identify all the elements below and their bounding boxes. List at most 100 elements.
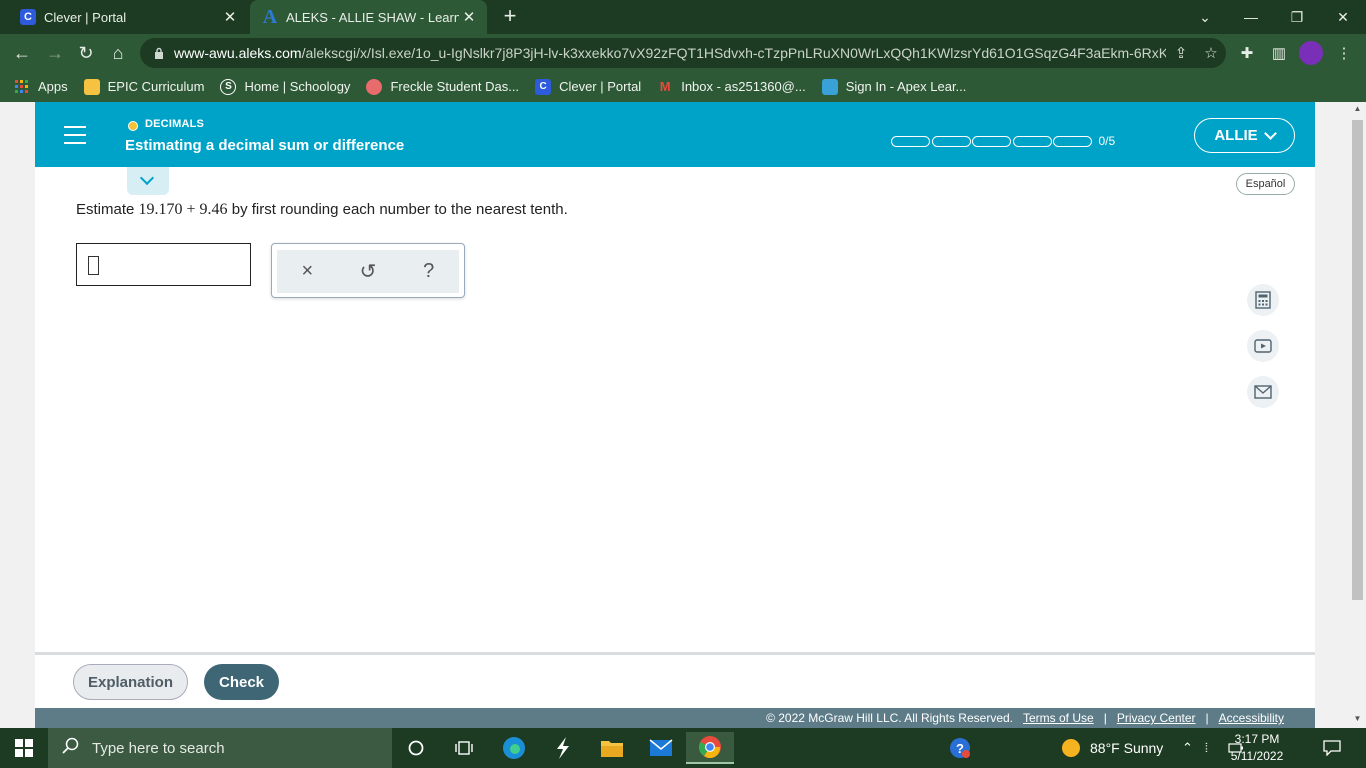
- windows-start-icon[interactable]: [0, 728, 48, 768]
- help-tips-icon[interactable]: ?: [936, 732, 984, 764]
- tab-search-chevron-icon[interactable]: ⌄: [1182, 0, 1228, 34]
- back-icon[interactable]: ←: [9, 40, 35, 66]
- bookmark-freckle[interactable]: Freckle Student Das...: [366, 78, 519, 95]
- network-icon[interactable]: ⦙: [1205, 728, 1208, 768]
- url-bar[interactable]: www-awu.aleks.com/alekscgi/x/Isl.exe/1o_…: [140, 38, 1226, 68]
- bookmark-label: Sign In - Apex Lear...: [845, 79, 967, 94]
- footer-separator: |: [1205, 711, 1209, 725]
- taskbar-search-box[interactable]: Type here to search: [48, 728, 392, 768]
- user-menu-button[interactable]: ALLIE: [1194, 118, 1295, 153]
- calculator-icon[interactable]: [1247, 284, 1279, 316]
- restore-icon[interactable]: ❐: [1274, 0, 1320, 34]
- tab-label: ALEKS - ALLIE SHAW - Learn: [286, 9, 459, 25]
- bookmark-label: Inbox - as251360@...: [681, 79, 806, 94]
- aleks-app: DECIMALS Estimating a decimal sum or dif…: [35, 102, 1315, 728]
- windows-taskbar: Type here to search ? 88°F Sunny ⌃ ⦙ 3:1…: [0, 728, 1366, 768]
- profile-avatar[interactable]: [1299, 41, 1323, 65]
- bookmark-apex[interactable]: Sign In - Apex Lear...: [821, 78, 967, 95]
- bookmark-label: EPIC Curriculum: [107, 79, 205, 94]
- clever-favicon-icon: C: [535, 78, 552, 95]
- weather-text: 88°F Sunny: [1090, 740, 1164, 756]
- address-toolbar: ← → ↻ ⌂ www-awu.aleks.com/alekscgi/x/Isl…: [0, 34, 1366, 71]
- lock-icon: [155, 47, 163, 59]
- accessibility-link[interactable]: Accessibility: [1219, 711, 1284, 725]
- aleks-header: DECIMALS Estimating a decimal sum or dif…: [35, 102, 1315, 167]
- notifications-icon[interactable]: [1323, 728, 1341, 768]
- more-menu-icon[interactable]: ⋮: [1331, 40, 1357, 66]
- tab-label: Clever | Portal: [44, 9, 127, 25]
- question-text: Estimate 19.170 + 9.46 by first rounding…: [76, 201, 568, 219]
- app-icon[interactable]: [539, 732, 587, 764]
- close-tab-icon[interactable]: ✕: [220, 8, 240, 26]
- edge-browser-icon[interactable]: [490, 732, 538, 764]
- privacy-center-link[interactable]: Privacy Center: [1117, 711, 1196, 725]
- new-tab-icon[interactable]: +: [498, 4, 522, 28]
- bookmark-star-icon[interactable]: ☆: [1196, 44, 1226, 62]
- espanol-language-button[interactable]: Español: [1236, 173, 1295, 195]
- scrollbar-thumb[interactable]: [1352, 120, 1363, 600]
- freckle-icon: [366, 78, 383, 95]
- scroll-up-icon[interactable]: ▲: [1349, 104, 1366, 113]
- question-suffix: by first rounding each number to the nea…: [231, 201, 568, 218]
- answer-input[interactable]: [76, 243, 251, 286]
- extensions-icon[interactable]: ✚: [1234, 40, 1260, 66]
- input-cursor: [88, 256, 99, 275]
- footer-divider: [35, 652, 1315, 655]
- check-button[interactable]: Check: [204, 664, 279, 700]
- folder-icon: [83, 78, 100, 95]
- gmail-icon: M: [659, 79, 671, 94]
- tab-aleks-learn[interactable]: A ALEKS - ALLIE SHAW - Learn ✕: [250, 0, 487, 34]
- message-icon[interactable]: [1247, 376, 1279, 408]
- apps-grid-icon: [14, 79, 30, 95]
- topic-status-dot-icon: [128, 121, 138, 131]
- bookmark-apps[interactable]: Apps: [14, 79, 68, 95]
- minimize-icon[interactable]: —: [1228, 0, 1274, 34]
- undo-icon[interactable]: ↺: [348, 259, 388, 284]
- clock-time: 3:17 PM: [1234, 732, 1280, 746]
- bookmark-label: Apps: [38, 79, 68, 94]
- page-viewport: DECIMALS Estimating a decimal sum or dif…: [0, 102, 1366, 728]
- bookmark-schoology[interactable]: S Home | Schoology: [220, 78, 351, 95]
- progress-segment: [972, 135, 1011, 147]
- mail-icon[interactable]: [637, 732, 685, 764]
- question-math: 19.170 + 9.46: [138, 201, 228, 218]
- close-tab-icon[interactable]: ✕: [459, 8, 479, 26]
- bookmark-gmail[interactable]: M Inbox - as251360@...: [657, 79, 806, 95]
- forward-icon[interactable]: →: [42, 40, 68, 66]
- scroll-down-icon[interactable]: ▼: [1349, 714, 1366, 723]
- close-window-icon[interactable]: ✕: [1320, 0, 1366, 34]
- show-hidden-icons-chevron-icon[interactable]: ⌃: [1182, 728, 1193, 768]
- aleks-favicon-icon: A: [262, 5, 278, 28]
- reload-icon[interactable]: ↻: [73, 40, 99, 66]
- terms-of-use-link[interactable]: Terms of Use: [1023, 711, 1094, 725]
- help-icon[interactable]: ?: [409, 260, 449, 283]
- search-placeholder: Type here to search: [92, 739, 225, 757]
- explanation-button[interactable]: Explanation: [73, 664, 188, 700]
- chevron-down-icon: [139, 170, 155, 186]
- bookmark-epic-curriculum[interactable]: EPIC Curriculum: [83, 78, 205, 95]
- side-panel-icon[interactable]: ▥: [1266, 40, 1292, 66]
- collapse-header-toggle[interactable]: [127, 167, 169, 195]
- chrome-icon[interactable]: [686, 732, 734, 764]
- legal-footer: © 2022 McGraw Hill LLC. All Rights Reser…: [35, 708, 1315, 728]
- copyright-text: © 2022 McGraw Hill LLC. All Rights Reser…: [766, 711, 1013, 725]
- clear-answer-icon[interactable]: ×: [287, 260, 327, 283]
- task-view-icon[interactable]: [440, 732, 488, 764]
- weather-widget[interactable]: 88°F Sunny: [1062, 728, 1163, 768]
- bookmark-clever[interactable]: C Clever | Portal: [535, 78, 641, 95]
- file-explorer-icon[interactable]: [588, 732, 636, 764]
- lesson-title: Estimating a decimal sum or difference: [125, 137, 405, 154]
- browser-tab-bar: C Clever | Portal ✕ A ALEKS - ALLIE SHAW…: [0, 0, 1366, 34]
- home-icon[interactable]: ⌂: [105, 40, 131, 66]
- system-clock[interactable]: 3:17 PM 5/11/2022: [1220, 731, 1294, 765]
- page-scrollbar[interactable]: ▲ ▼: [1349, 102, 1366, 728]
- share-icon[interactable]: ⇪: [1166, 44, 1196, 62]
- tab-clever-portal[interactable]: C Clever | Portal ✕: [8, 0, 248, 34]
- progress-segment: [1012, 135, 1052, 147]
- progress-count: 0/5: [1098, 134, 1116, 148]
- cortana-icon[interactable]: [392, 732, 440, 764]
- hamburger-menu-icon[interactable]: [64, 126, 86, 144]
- question-prefix: Estimate: [76, 201, 135, 218]
- video-icon[interactable]: [1247, 330, 1279, 362]
- bookmark-label: Home | Schoology: [244, 79, 351, 94]
